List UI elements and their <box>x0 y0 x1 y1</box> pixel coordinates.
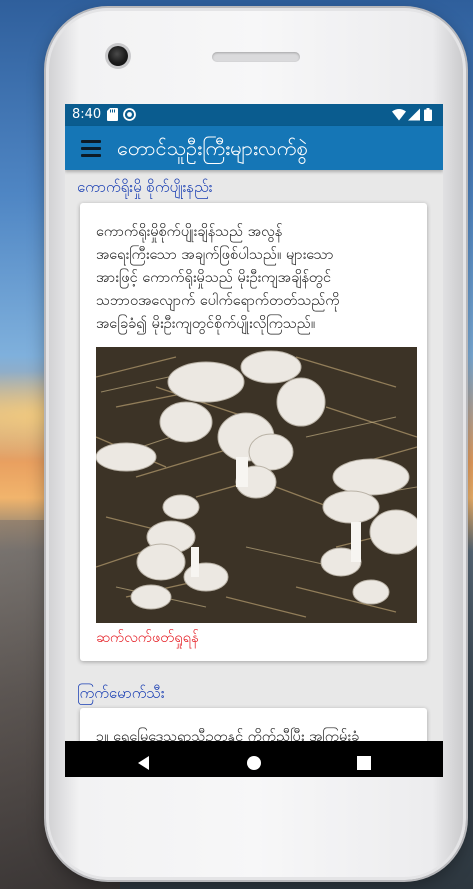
front-camera <box>108 46 128 66</box>
sd-card-icon <box>107 108 118 121</box>
article-card-straw-mushroom[interactable]: ကောက်ရိုးမှိုစိုက်ပျိုးချိန်သည် အလွန် အရ… <box>80 203 427 661</box>
phone-frame: 8:40 တောင်သူဦးကြီးများလက်စွဲ ကောက်ရိုးမှ… <box>46 8 466 880</box>
article-paragraph: ၁။ ရေမြေဒေသရာသီဥတုနှင့် ကိုက်ညီပြီး အကြမ… <box>96 726 415 741</box>
phone-screen: 8:40 တောင်သူဦးကြီးများလက်စွဲ ကောက်ရိုးမှ… <box>65 104 443 777</box>
system-navigation-bar <box>65 741 443 777</box>
earpiece-speaker <box>212 52 300 62</box>
mushroom-photo <box>96 347 417 623</box>
read-more-link[interactable]: ဆက်လက်ဖတ်ရှုရန် <box>96 629 199 650</box>
app-toolbar: တောင်သူဦးကြီးများလက်စွဲ <box>65 126 443 170</box>
paragraph-line: အခြေခံ၍ မိုးဦးကျတွင်စိုက်ပျိုးလိုကြသည်။ <box>96 316 316 332</box>
wifi-icon <box>392 109 406 121</box>
paragraph-line: အားဖြင့် ကောက်ရိုးမှိုသည် မိုးဦးကျအချိန်… <box>96 270 332 286</box>
article-card-tomato[interactable]: ၁။ ရေမြေဒေသရာသီဥတုနှင့် ကိုက်ညီပြီး အကြမ… <box>80 708 427 741</box>
back-icon[interactable] <box>135 754 153 772</box>
status-bar: 8:40 <box>65 104 443 126</box>
paragraph-line: ကောက်ရိုးမှိုစိုက်ပျိုးချိန်သည် အလွန် <box>96 224 283 240</box>
recents-icon[interactable] <box>355 754 373 772</box>
cell-signal-icon <box>408 108 420 121</box>
section-title-tomato[interactable]: ကြက်မောက်သီး <box>77 684 165 706</box>
section-title-straw-mushroom[interactable]: ကောက်ရိုးမှို စိုက်ပျိုးနည်း <box>77 178 213 200</box>
paragraph-line: အရေးကြီးသော အချက်ဖြစ်ပါသည်။ များသော <box>96 247 334 263</box>
article-list[interactable]: ကောက်ရိုးမှို စိုက်ပျိုးနည်း ကောက်ရိုးမှ… <box>65 170 443 741</box>
hamburger-menu-icon[interactable] <box>81 140 101 157</box>
paragraph-line: သဘာဝအလျောက် ပေါက်ရောက်တတ်သည်ကို <box>96 293 340 309</box>
paragraph-line: ၁။ ရေမြေဒေသရာသီဥတုနှင့် ကိုက်ညီပြီး အကြမ… <box>96 729 360 741</box>
home-icon[interactable] <box>245 754 263 772</box>
app-title: တောင်သူဦးကြီးများလက်စွဲ <box>117 136 308 160</box>
article-paragraph: ကောက်ရိုးမှိုစိုက်ပျိုးချိန်သည် အလွန် အရ… <box>96 221 415 336</box>
status-time: 8:40 <box>72 107 102 122</box>
battery-icon <box>424 108 432 121</box>
vpn-key-icon <box>123 108 136 121</box>
